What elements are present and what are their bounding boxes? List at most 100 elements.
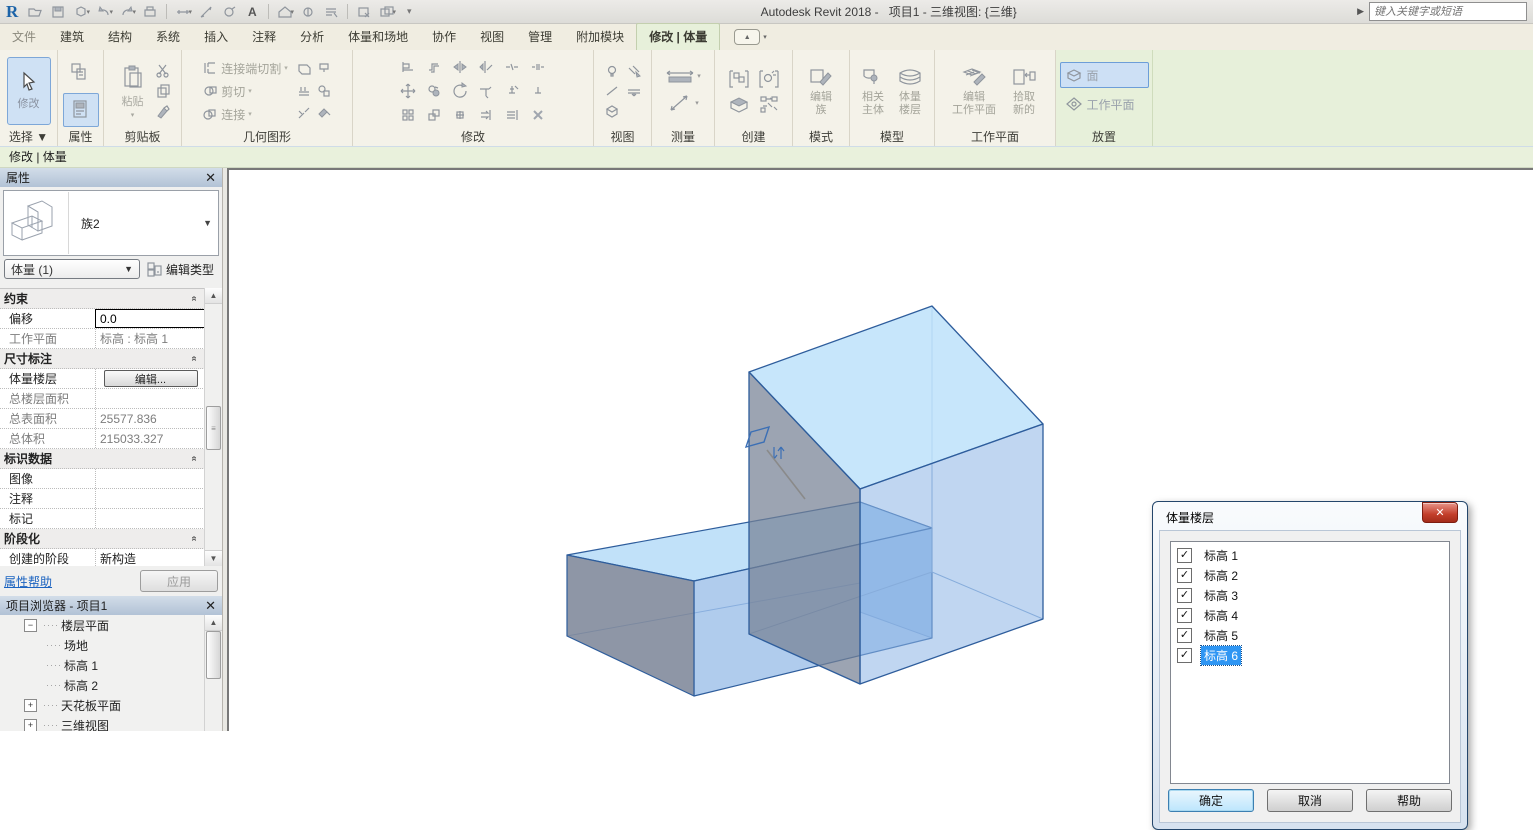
checkbox-checked-icon[interactable]: ✓: [1177, 647, 1192, 663]
tab-addins[interactable]: 附加模块: [564, 24, 636, 50]
type-selector[interactable]: 族2 ▼: [3, 190, 219, 256]
align-icon[interactable]: [400, 59, 416, 75]
panel-placement-label[interactable]: 放置: [1056, 129, 1152, 146]
move-icon[interactable]: [399, 82, 417, 100]
split-icon[interactable]: [504, 59, 520, 75]
properties-toggle-button[interactable]: [62, 92, 99, 127]
properties-close-icon[interactable]: ✕: [205, 170, 216, 186]
tab-systems[interactable]: 系统: [144, 24, 192, 50]
related-hosts-button[interactable]: 相关 主体: [860, 66, 886, 116]
panel-view-label[interactable]: 视图: [594, 129, 651, 146]
instance-filter-select[interactable]: 体量 (1) ▼: [4, 259, 140, 279]
rotate-icon[interactable]: [451, 82, 469, 100]
level-item-3[interactable]: ✓ 标高 3: [1171, 585, 1449, 605]
level-item-1[interactable]: ✓ 标高 1: [1171, 545, 1449, 565]
dialog-close-button[interactable]: ✕: [1422, 502, 1458, 523]
checkbox-checked-icon[interactable]: ✓: [1177, 567, 1192, 583]
offset-icon[interactable]: [426, 59, 442, 75]
aligned-dimension-icon[interactable]: [196, 3, 216, 21]
properties-help-link[interactable]: 属性帮助: [4, 573, 52, 590]
unjoin-icon[interactable]: [296, 105, 312, 121]
close-hidden-windows-icon[interactable]: [354, 3, 374, 21]
properties-scrollbar[interactable]: ▲ ≡ ▼: [204, 288, 222, 566]
copy-icon[interactable]: [155, 83, 171, 99]
checkbox-checked-icon[interactable]: ✓: [1177, 587, 1192, 603]
ribbon-minimize-dropdown-icon[interactable]: ▾: [763, 33, 767, 41]
pick-new-host-button[interactable]: 拾取 新的: [1010, 66, 1038, 116]
split-gap-icon[interactable]: [530, 59, 546, 75]
tab-file[interactable]: 文件: [0, 24, 48, 50]
hide-category-icon[interactable]: [626, 83, 642, 99]
switch-windows-icon[interactable]: ▾: [377, 3, 397, 21]
align-left-icon[interactable]: [478, 107, 494, 123]
save-icon[interactable]: [48, 3, 68, 21]
panel-modify-label[interactable]: 修改: [353, 129, 593, 146]
panel-workplane-label[interactable]: 工作平面: [935, 129, 1055, 146]
open-icon[interactable]: [25, 3, 45, 21]
offset-input[interactable]: 0.0: [95, 309, 205, 328]
modify-tool-button[interactable]: 修改: [6, 57, 51, 125]
wall-joins-icon[interactable]: [296, 61, 312, 77]
tab-insert[interactable]: 插入: [192, 24, 240, 50]
create-group-icon[interactable]: [728, 69, 750, 89]
browser-scrollbar[interactable]: ▲: [204, 615, 222, 731]
text-icon[interactable]: A: [242, 3, 262, 21]
tab-analyze[interactable]: 分析: [288, 24, 336, 50]
level-item-5[interactable]: ✓ 标高 5: [1171, 625, 1449, 645]
tab-collaborate[interactable]: 协作: [420, 24, 468, 50]
section-icon[interactable]: [298, 3, 318, 21]
tab-structure[interactable]: 结构: [96, 24, 144, 50]
revit-logo-icon[interactable]: R: [4, 2, 22, 22]
project-browser-header[interactable]: 项目浏览器 - 项目1 ✕: [0, 596, 222, 615]
panel-create-label[interactable]: 创建: [715, 129, 792, 146]
tab-modify-mass-active[interactable]: 修改 | 体量: [636, 23, 721, 50]
help-button[interactable]: 帮助: [1366, 789, 1452, 812]
copy-tool-icon[interactable]: [426, 83, 442, 99]
cut-geometry-button[interactable]: 剪切 ▾: [202, 83, 288, 100]
measure-icon[interactable]: ▾: [173, 3, 193, 21]
cut-geometry-cope-button[interactable]: 连接端切割 ▾: [202, 60, 288, 77]
group-identity[interactable]: 标识数据 «: [0, 449, 205, 469]
tree-item-ceiling-plans[interactable]: + ···· 天花板平面: [0, 695, 205, 715]
beam-joins-icon[interactable]: [296, 83, 312, 99]
create-similar-icon[interactable]: [758, 69, 780, 89]
ribbon-minimize-icon[interactable]: ▲: [734, 29, 761, 45]
mirror-draw-icon[interactable]: [478, 59, 494, 75]
pin-icon[interactable]: [504, 83, 520, 99]
edit-family-button[interactable]: 编辑 族: [808, 66, 834, 116]
pick-to-edit-icon[interactable]: [758, 94, 780, 114]
default-3d-view-icon[interactable]: ▾: [275, 3, 295, 21]
place-on-workplane-button[interactable]: 工作平面: [1060, 91, 1149, 117]
paste-button[interactable]: 粘贴 ▾: [115, 58, 151, 124]
level-item-2[interactable]: ✓ 标高 2: [1171, 565, 1449, 585]
place-on-face-button[interactable]: 面: [1059, 62, 1149, 88]
mirror-axis-icon[interactable]: [452, 59, 468, 75]
join-geometry-button[interactable]: 连接 ▾: [202, 106, 288, 123]
trim-extend-icon[interactable]: [478, 83, 494, 99]
checkbox-checked-icon[interactable]: ✓: [1177, 627, 1192, 643]
level-item-6-selected[interactable]: ✓ 标高 6: [1171, 644, 1449, 666]
tree-item-floor-plans[interactable]: − ···· 楼层平面: [0, 615, 205, 635]
scroll-down-icon[interactable]: ▼: [205, 550, 222, 566]
tree-item-3d-views[interactable]: + ···· 三维视图: [0, 715, 205, 731]
panel-measure-label[interactable]: 测量: [652, 129, 714, 146]
undo-icon[interactable]: ▾: [94, 3, 114, 21]
redo-icon[interactable]: ▾: [117, 3, 137, 21]
remove-paint-icon[interactable]: [316, 83, 332, 99]
tree-item-level-2[interactable]: ···· 标高 2: [0, 675, 205, 695]
isolate-icon[interactable]: [604, 103, 620, 119]
checkbox-checked-icon[interactable]: ✓: [1177, 607, 1192, 623]
match-properties-icon[interactable]: [155, 104, 171, 120]
panel-mode-label[interactable]: 模式: [793, 129, 849, 146]
edit-type-button[interactable]: 编辑类型: [147, 261, 214, 278]
panel-model-label[interactable]: 模型: [850, 129, 934, 146]
pin-position-icon[interactable]: [452, 107, 468, 123]
thin-lines-icon[interactable]: [321, 3, 341, 21]
infocenter-expand-icon[interactable]: ▶: [1357, 6, 1364, 17]
unpin-icon[interactable]: [530, 83, 546, 99]
search-input[interactable]: [1369, 2, 1527, 21]
mass-floors-edit-button[interactable]: 编辑...: [103, 370, 198, 387]
delete-icon[interactable]: [530, 107, 546, 123]
cancel-button[interactable]: 取消: [1267, 789, 1353, 812]
collapse-icon[interactable]: −: [24, 618, 37, 632]
